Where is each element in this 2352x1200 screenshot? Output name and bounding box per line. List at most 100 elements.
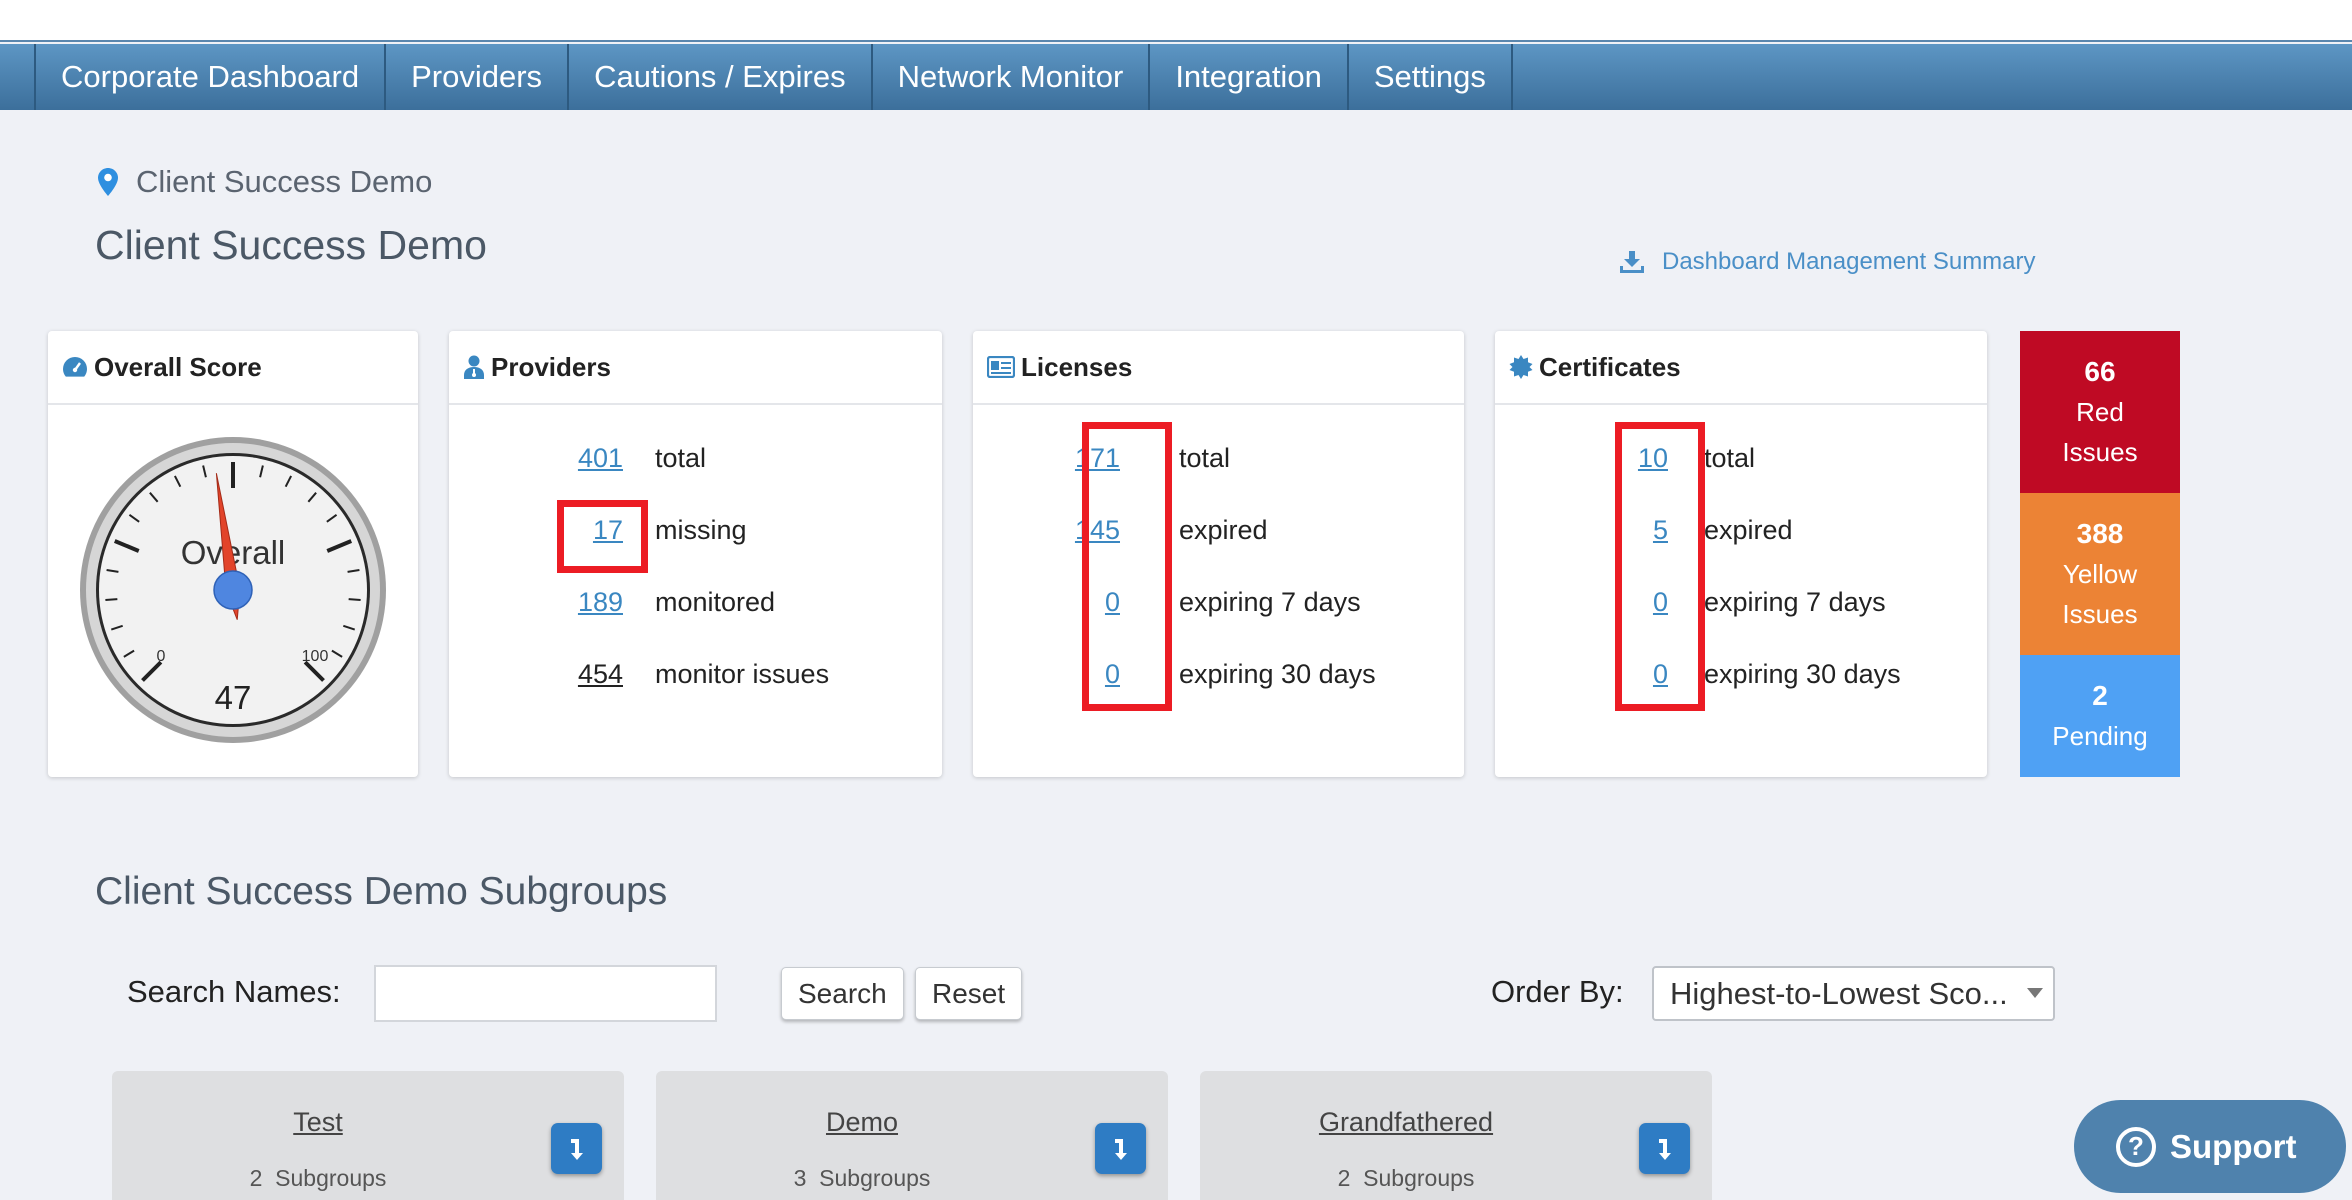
providers-monitor-issues-row: 454 monitor issues bbox=[449, 654, 942, 694]
provider-doctor-icon bbox=[464, 355, 484, 379]
certificates-total-row: 10 total bbox=[1495, 438, 1987, 478]
search-button[interactable]: Search bbox=[781, 967, 904, 1020]
licenses-expired-row: 145 expired bbox=[973, 510, 1464, 550]
providers-card: Providers 401 total 17 missing 189 monit… bbox=[449, 331, 942, 777]
pending-label: Pending bbox=[2052, 721, 2148, 751]
licenses-card: Licenses 171 total 145 expired 0 expirin… bbox=[973, 331, 1464, 777]
providers-missing-row: 17 missing bbox=[449, 510, 942, 550]
certificates-expired-label: expired bbox=[1704, 514, 1793, 545]
yellow-issues-count: 388 bbox=[2076, 518, 2124, 549]
providers-missing-label: missing bbox=[655, 514, 747, 545]
providers-monitored-label: monitored bbox=[655, 586, 776, 617]
nav-cautions-expires[interactable]: Cautions / Expires bbox=[569, 44, 873, 110]
arrow-down-icon bbox=[570, 1138, 583, 1160]
providers-monitored-row: 189 monitored bbox=[449, 582, 942, 622]
red-issues-line1: Red bbox=[2076, 397, 2124, 427]
certificates-header: Certificates bbox=[1495, 331, 1987, 405]
licenses-expiring-30-label: expiring 30 days bbox=[1179, 658, 1376, 689]
order-by-value: Highest-to-Lowest Sco... bbox=[1670, 975, 2008, 1011]
reset-button[interactable]: Reset bbox=[915, 967, 1023, 1020]
yellow-issues-line1: Yellow bbox=[2062, 559, 2138, 589]
providers-title: Providers bbox=[491, 351, 611, 382]
gauge-max-label: 100 bbox=[302, 648, 329, 665]
providers-header: Providers bbox=[449, 331, 942, 405]
licenses-header: Licenses bbox=[973, 331, 1464, 405]
download-icon bbox=[1620, 251, 1644, 273]
licenses-title: Licenses bbox=[1021, 351, 1133, 382]
highlight-box-licenses bbox=[1082, 422, 1172, 711]
arrow-down-icon bbox=[1114, 1138, 1127, 1160]
main-nav: Corporate Dashboard Providers Cautions /… bbox=[0, 44, 2352, 110]
dropdown-caret-icon bbox=[2027, 988, 2043, 998]
nav-settings[interactable]: Settings bbox=[1349, 44, 1513, 110]
yellow-issues-tile[interactable]: 388 Yellow Issues bbox=[2020, 493, 2180, 655]
certificates-expired-row: 5 expired bbox=[1495, 510, 1987, 550]
dashboard-summary-label: Dashboard Management Summary bbox=[1662, 248, 2036, 275]
subgroup-card-test: Test 2 Subgroups bbox=[112, 1071, 624, 1200]
overall-score-card: Overall Score Overall 0 100 47 bbox=[48, 331, 418, 777]
red-issues-line2: Issues bbox=[2062, 437, 2138, 467]
breadcrumb: Client Success Demo bbox=[98, 164, 432, 200]
nav-providers[interactable]: Providers bbox=[386, 44, 570, 110]
licenses-expiring-7-label: expiring 7 days bbox=[1179, 586, 1361, 617]
licenses-total-row: 171 total bbox=[973, 438, 1464, 478]
certificates-expiring-30-row: 0 expiring 30 days bbox=[1495, 654, 1987, 694]
certificate-badge-icon bbox=[1509, 355, 1533, 379]
support-label: Support bbox=[2170, 1127, 2297, 1165]
subgroup-name-test[interactable]: Test bbox=[112, 1107, 524, 1138]
subgroup-name-grandfathered[interactable]: Grandfathered bbox=[1200, 1107, 1612, 1138]
expand-subgroup-button-grandfathered[interactable] bbox=[1639, 1123, 1690, 1174]
overall-score-header: Overall Score bbox=[48, 331, 418, 405]
subgroup-card-demo: Demo 3 Subgroups bbox=[656, 1071, 1168, 1200]
providers-total-label: total bbox=[655, 442, 707, 473]
subgroup-count-demo: 3 Subgroups bbox=[793, 1165, 931, 1191]
red-issues-tile[interactable]: 66 Red Issues bbox=[2020, 331, 2180, 493]
pending-tile[interactable]: 2 Pending bbox=[2020, 655, 2180, 777]
dashboard-summary-link[interactable]: Dashboard Management Summary bbox=[1620, 248, 2036, 276]
licenses-expiring-30-row: 0 expiring 30 days bbox=[973, 654, 1464, 694]
license-card-icon bbox=[987, 356, 1015, 378]
yellow-issues-line2: Issues bbox=[2062, 599, 2138, 629]
subgroup-name-demo[interactable]: Demo bbox=[656, 1107, 1068, 1138]
highlight-box-certificates bbox=[1615, 422, 1705, 711]
expand-subgroup-button-demo[interactable] bbox=[1095, 1123, 1146, 1174]
order-by-select[interactable]: Highest-to-Lowest Sco... bbox=[1652, 966, 2055, 1021]
expand-subgroup-button-test[interactable] bbox=[551, 1123, 602, 1174]
red-issues-count: 66 bbox=[2084, 356, 2116, 387]
certificates-expiring-7-label: expiring 7 days bbox=[1704, 586, 1886, 617]
licenses-expired-label: expired bbox=[1179, 514, 1268, 545]
gauge-minor-tick bbox=[105, 598, 118, 602]
providers-monitor-issues-count[interactable]: 454 bbox=[549, 659, 623, 690]
breadcrumb-label[interactable]: Client Success Demo bbox=[136, 164, 432, 200]
order-by-label: Order By: bbox=[1491, 974, 1624, 1009]
overall-score-gauge: Overall 0 100 47 bbox=[80, 437, 386, 743]
subgroup-count-test: 2 Subgroups bbox=[249, 1165, 387, 1191]
subgroup-card-grandfathered: Grandfathered 2 Subgroups bbox=[1200, 1071, 1712, 1200]
search-names-input[interactable] bbox=[374, 965, 717, 1022]
providers-total-count[interactable]: 401 bbox=[549, 443, 623, 474]
nav-corporate-dashboard[interactable]: Corporate Dashboard bbox=[34, 44, 387, 110]
providers-monitored-count[interactable]: 189 bbox=[549, 587, 623, 618]
top-strip bbox=[0, 0, 2352, 42]
providers-monitor-issues-label: monitor issues bbox=[655, 658, 830, 689]
dashboard-gauge-icon bbox=[63, 357, 87, 377]
overall-score-title: Overall Score bbox=[94, 351, 262, 382]
nav-integration[interactable]: Integration bbox=[1150, 44, 1349, 110]
licenses-total-label: total bbox=[1179, 442, 1231, 473]
certificates-total-label: total bbox=[1704, 442, 1756, 473]
certificates-expiring-7-row: 0 expiring 7 days bbox=[1495, 582, 1987, 622]
certificates-expiring-30-label: expiring 30 days bbox=[1704, 658, 1901, 689]
search-names-label: Search Names: bbox=[127, 974, 341, 1009]
support-button[interactable]: ? Support bbox=[2074, 1100, 2346, 1193]
licenses-expiring-7-row: 0 expiring 7 days bbox=[973, 582, 1464, 622]
highlight-box-providers-missing bbox=[557, 500, 648, 573]
subgroup-count-grandfathered: 2 Subgroups bbox=[1337, 1165, 1475, 1191]
providers-total-row: 401 total bbox=[449, 438, 942, 478]
certificates-title: Certificates bbox=[1539, 351, 1681, 382]
certificates-card: Certificates 10 total 5 expired 0 expiri… bbox=[1495, 331, 1987, 777]
nav-network-monitor[interactable]: Network Monitor bbox=[873, 44, 1151, 110]
help-question-icon: ? bbox=[2116, 1126, 2156, 1167]
gauge-min-label: 0 bbox=[157, 648, 166, 665]
gauge-minor-tick bbox=[348, 598, 361, 602]
arrow-down-icon bbox=[1658, 1138, 1671, 1160]
